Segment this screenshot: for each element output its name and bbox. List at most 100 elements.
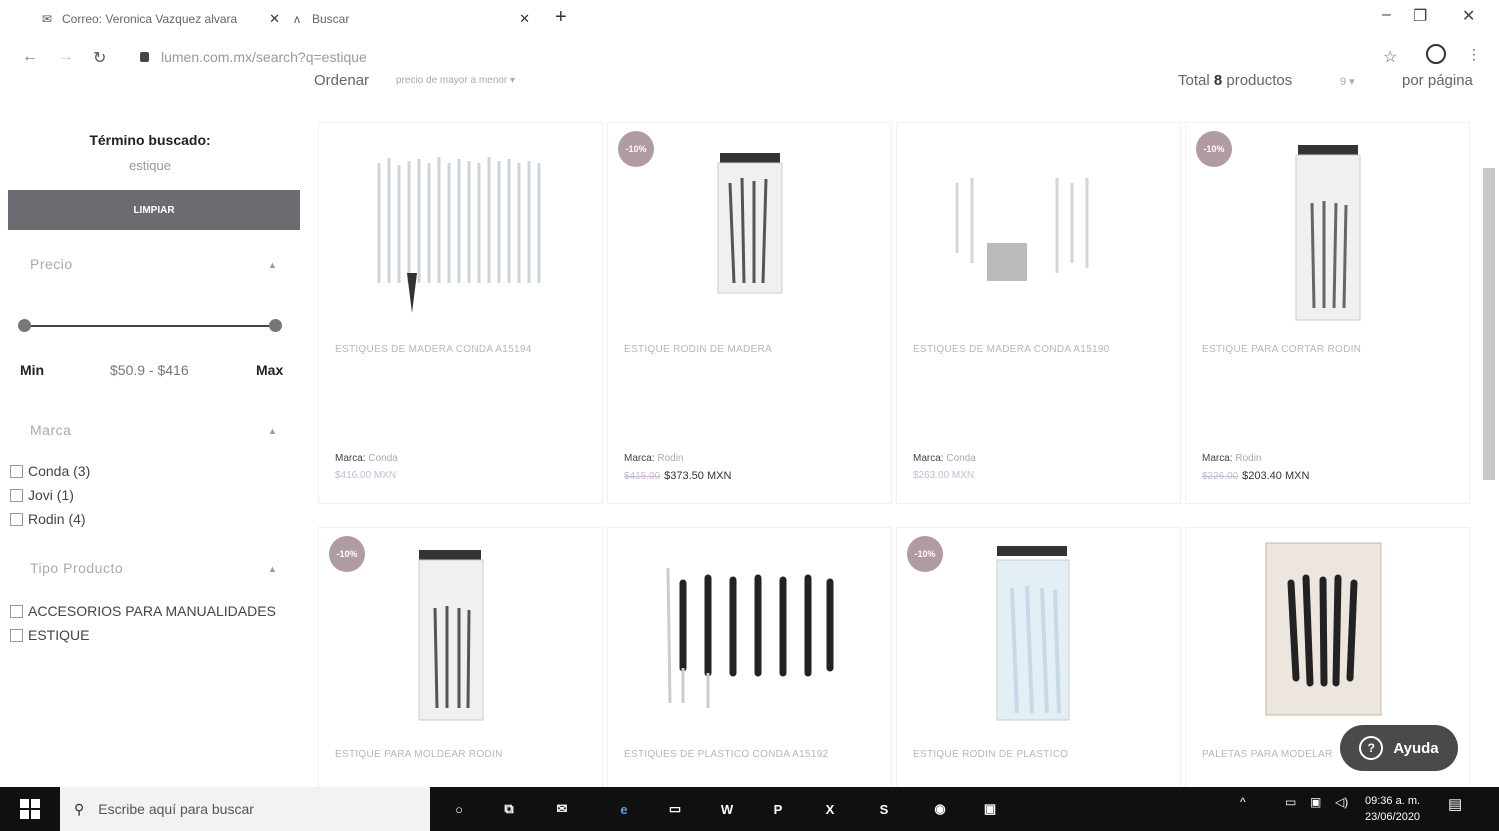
checkbox[interactable] <box>10 488 23 502</box>
word-icon[interactable]: W <box>715 797 739 821</box>
checkbox[interactable] <box>10 512 23 526</box>
product-price: $416.00 MXN <box>335 470 397 481</box>
cortana-icon[interactable]: ○ <box>447 797 471 821</box>
type-option[interactable]: ACCESORIOS PARA MANUALIDADES <box>10 603 276 619</box>
product-image <box>1265 542 1382 716</box>
product-card[interactable]: ESTIQUES DE MADERA CONDA A15190 Marca: C… <box>896 122 1181 504</box>
product-name[interactable]: ESTIQUE RODIN DE PLASTICO <box>913 748 1168 762</box>
product-name[interactable]: ESTIQUE RODIN DE MADERA <box>624 343 879 357</box>
skype-icon[interactable]: S <box>872 797 896 821</box>
price-range-value: $50.9 - $416 <box>110 362 189 378</box>
product-card[interactable]: -10% ESTIQUE PARA CORTAR RODIN Marca: Ro… <box>1185 122 1470 504</box>
brand-option[interactable]: Jovi (1) <box>10 487 74 503</box>
chrome-icon[interactable]: ◉ <box>928 797 952 821</box>
taskbar-clock[interactable]: 09:36 a. m. 23/06/2020 <box>1365 793 1420 825</box>
chevron-up-icon[interactable]: ▲ <box>268 564 277 574</box>
price-slider-track[interactable] <box>24 325 276 327</box>
product-image <box>996 546 1070 721</box>
product-price: $263.00 MXN <box>913 470 975 481</box>
edge-icon[interactable]: e <box>612 797 636 821</box>
per-page-label: por página <box>1402 72 1473 89</box>
product-image <box>377 157 541 313</box>
product-image <box>418 550 484 721</box>
profile-icon[interactable] <box>1426 44 1446 64</box>
product-name[interactable]: ESTIQUES DE MADERA CONDA A15190 <box>913 343 1168 357</box>
back-icon[interactable]: ← <box>22 48 38 66</box>
tray-chevron-icon[interactable]: ^ <box>1240 795 1246 809</box>
address-bar[interactable]: lumen.com.mx/search?q=estique <box>140 49 367 65</box>
price-min-label: Min <box>20 362 45 378</box>
product-brand: Marca: Conda <box>913 453 976 464</box>
menu-icon[interactable]: ⋮ <box>1467 46 1481 63</box>
powerpoint-icon[interactable]: P <box>766 797 790 821</box>
type-option[interactable]: ESTIQUE <box>10 627 89 643</box>
excel-icon[interactable]: X <box>818 797 842 821</box>
forward-icon[interactable]: → <box>58 48 74 66</box>
price-max-label: Max <box>256 362 284 378</box>
brand-option[interactable]: Rodin (4) <box>10 511 86 527</box>
tab-correo[interactable]: ✉ Correo: Veronica Vazquez alvara ✕ <box>40 6 280 32</box>
checkbox[interactable] <box>10 604 23 618</box>
product-name[interactable]: ESTIQUE PARA MOLDEAR RODIN <box>335 748 590 762</box>
photos-icon[interactable]: ▣ <box>978 797 1002 821</box>
reload-icon[interactable]: ↻ <box>93 48 106 68</box>
mail-icon: ✉ <box>41 12 53 26</box>
scrollbar-thumb[interactable] <box>1483 168 1495 480</box>
search-term-value: estique <box>129 158 171 173</box>
windows-taskbar: ⚲ Escribe aquí para buscar ○ ⧉ ✉ e ▭ W P… <box>0 787 1499 831</box>
windows-start-icon[interactable] <box>20 799 40 819</box>
brand-filter-heading[interactable]: Marca <box>30 422 71 438</box>
site-icon: ʌ <box>294 12 300 26</box>
close-window-icon[interactable]: ✕ <box>1462 6 1475 26</box>
question-icon: ? <box>1359 736 1384 760</box>
explorer-icon[interactable]: ▭ <box>663 797 687 821</box>
notification-icon[interactable]: ▤ <box>1448 795 1462 813</box>
tab-buscar[interactable]: ʌ Buscar ✕ <box>290 6 530 32</box>
clear-filters-button[interactable]: LIMPIAR <box>8 190 300 230</box>
product-image <box>955 178 1089 281</box>
help-button[interactable]: ? Ayuda <box>1340 725 1458 771</box>
product-card[interactable]: -10% ESTIQUE RODIN DE PLASTICO <box>896 527 1181 789</box>
sort-select[interactable]: precio de mayor a menor ▾ <box>396 75 515 86</box>
product-name[interactable]: ESTIQUES DE PLASTICO CONDA A15192 <box>624 748 879 762</box>
product-card[interactable]: ESTIQUES DE MADERA CONDA A15194 Marca: C… <box>318 122 603 504</box>
task-view-icon[interactable]: ⧉ <box>497 797 521 821</box>
type-filter-heading[interactable]: Tipo Producto <box>30 560 123 576</box>
price-slider-max-handle[interactable] <box>269 319 282 332</box>
product-image <box>666 567 834 708</box>
network-icon[interactable]: ▭ <box>1285 795 1296 809</box>
taskbar-search[interactable]: ⚲ Escribe aquí para buscar <box>60 787 430 831</box>
browser-tab-bar: ✉ Correo: Veronica Vazquez alvara ✕ ʌ Bu… <box>0 0 1499 36</box>
product-card[interactable]: ESTIQUES DE PLASTICO CONDA A15192 <box>607 527 892 789</box>
search-term-heading: Término buscado: <box>89 132 211 148</box>
close-tab-icon[interactable]: ✕ <box>269 11 280 27</box>
product-price: $226.00 $203.40 MXN <box>1202 470 1310 482</box>
checkbox[interactable] <box>10 628 23 642</box>
bookmark-star-icon[interactable]: ☆ <box>1383 47 1397 67</box>
per-page-select[interactable]: 9 ▾ <box>1340 75 1355 88</box>
checkbox[interactable] <box>10 464 23 478</box>
chevron-up-icon[interactable]: ▲ <box>268 260 277 270</box>
tab-label: Correo: Veronica Vazquez alvara <box>62 12 238 26</box>
tab-label: Buscar <box>312 12 350 26</box>
brand-option[interactable]: Conda (3) <box>10 463 90 479</box>
product-brand: Marca: Rodin <box>1202 453 1262 464</box>
minimize-icon[interactable]: – <box>1382 6 1391 24</box>
restore-icon[interactable]: ❐ <box>1413 6 1427 26</box>
display-icon[interactable]: ▣ <box>1310 795 1321 809</box>
lock-icon <box>140 52 149 62</box>
product-name[interactable]: ESTIQUES DE MADERA CONDA A15194 <box>335 343 590 357</box>
new-tab-icon[interactable]: + <box>555 6 567 29</box>
product-card[interactable]: -10% ESTIQUE PARA MOLDEAR RODIN <box>318 527 603 789</box>
product-name[interactable]: ESTIQUE PARA CORTAR RODIN <box>1202 343 1457 357</box>
product-card[interactable]: -10% ESTIQUE RODIN DE MADERA Marca: Rodi… <box>607 122 892 504</box>
close-tab-icon[interactable]: ✕ <box>519 11 530 27</box>
mail-app-icon[interactable]: ✉ <box>550 797 574 821</box>
price-filter-heading[interactable]: Precio <box>30 256 73 272</box>
url-text: lumen.com.mx/search?q=estique <box>161 49 367 65</box>
filter-sidebar: Término buscado: estique LIMPIAR Precio … <box>0 120 300 780</box>
price-slider-min-handle[interactable] <box>18 319 31 332</box>
volume-icon[interactable]: ◁) <box>1335 795 1348 809</box>
product-image <box>1295 145 1361 321</box>
chevron-up-icon[interactable]: ▲ <box>268 426 277 436</box>
